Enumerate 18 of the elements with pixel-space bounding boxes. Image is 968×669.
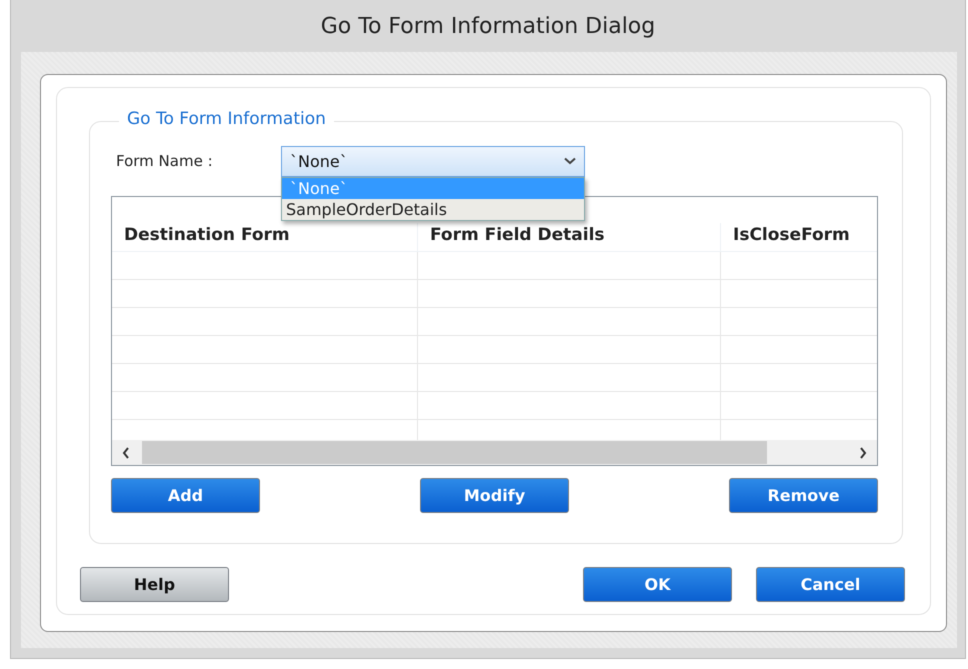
form-name-dropdown[interactable]: `None`: [281, 146, 585, 176]
column-header[interactable]: IsCloseForm: [721, 223, 877, 251]
dialog-button[interactable]: Cancel: [756, 567, 905, 602]
chevron-icon: [564, 157, 576, 165]
dialog-button[interactable]: OK: [583, 567, 732, 602]
dialog-button[interactable]: Help: [80, 567, 229, 602]
scroll-right-icon[interactable]: [859, 446, 867, 458]
action-button[interactable]: Remove: [729, 478, 878, 513]
window-title: Go To Form Information Dialog: [320, 14, 656, 38]
scrollbar-thumb[interactable]: [142, 441, 767, 464]
action-button[interactable]: Add: [111, 478, 260, 513]
field-label: Form Name :: [115, 152, 214, 170]
dropdown-option[interactable]: SampleOrderDetails: [282, 198, 584, 220]
action-button[interactable]: Modify: [420, 478, 569, 513]
scroll-left-icon[interactable]: [122, 446, 130, 458]
column-header[interactable]: Destination Form: [112, 223, 418, 251]
column-header[interactable]: Form Field Details: [418, 223, 721, 251]
horizontal-scrollbar[interactable]: [112, 440, 877, 465]
